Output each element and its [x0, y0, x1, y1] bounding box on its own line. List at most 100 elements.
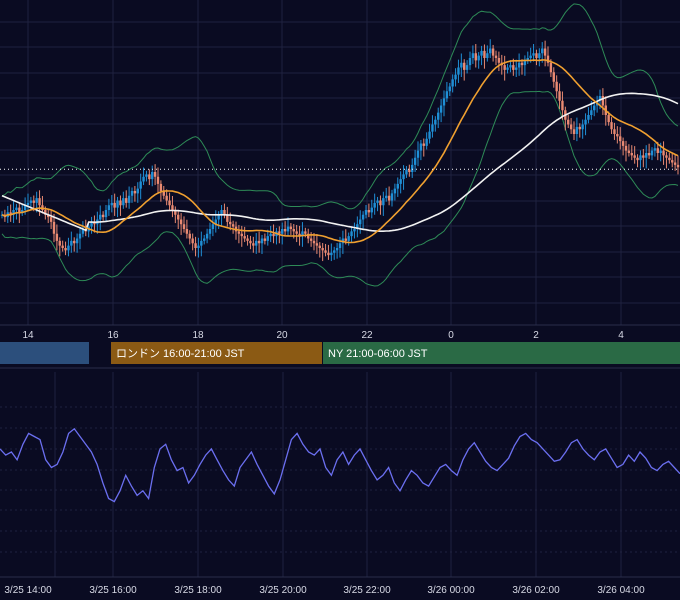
candle-body: [208, 229, 212, 234]
candle-body: [359, 219, 362, 225]
candle-body: [188, 233, 191, 239]
candle-body: [165, 195, 168, 201]
candle-body: [15, 207, 18, 210]
candle-body: [642, 155, 645, 158]
candle-body: [177, 214, 180, 220]
candle-body: [110, 202, 113, 206]
candle-body: [278, 231, 281, 234]
candle-body: [587, 115, 590, 120]
candle-body: [552, 72, 555, 82]
candle-body: [113, 202, 116, 208]
candle-body: [321, 248, 324, 251]
candle-body: [26, 202, 30, 206]
candle-body: [382, 198, 385, 206]
candle-body: [396, 183, 399, 189]
candle-body: [497, 58, 501, 63]
candle-body: [240, 233, 243, 237]
candle-body: [347, 236, 350, 241]
candle-body: [249, 240, 252, 244]
candle-body: [104, 210, 108, 218]
candle-body: [116, 200, 119, 208]
candle-body: [61, 245, 64, 248]
candle-body: [653, 148, 657, 151]
candle-body: [246, 238, 249, 241]
candle-body: [312, 240, 316, 244]
candle-body: [101, 214, 105, 218]
x-tick-label: 20: [276, 330, 288, 341]
candle-body: [572, 129, 576, 134]
candle-body: [665, 155, 668, 158]
candle-body: [636, 157, 639, 161]
candle-body: [668, 157, 671, 161]
candle-body: [543, 48, 547, 56]
candle-body: [338, 243, 342, 248]
candle-body: [659, 150, 662, 153]
candle-body: [567, 119, 570, 125]
candle-body: [73, 240, 76, 244]
candle-body: [676, 164, 680, 168]
candle-body: [474, 53, 477, 61]
candle-body: [327, 252, 330, 256]
candle-body: [405, 169, 408, 175]
candle-body: [529, 55, 532, 58]
x-tick-label: 0: [448, 330, 454, 341]
candle-body: [153, 172, 157, 177]
candle-body: [122, 198, 125, 206]
candle-body: [532, 53, 535, 56]
candle-body: [387, 195, 391, 201]
candle-body: [185, 229, 189, 234]
candle-body: [578, 126, 581, 130]
candle-body: [237, 231, 241, 234]
candle-body: [584, 119, 587, 125]
candle-body: [367, 210, 371, 213]
candle-body: [639, 155, 642, 161]
candle-body: [402, 174, 405, 180]
candle-body: [425, 138, 428, 146]
oscillator-x-tick-label: 3/25 14:00: [4, 585, 52, 596]
candle-body: [509, 65, 512, 68]
candle-body: [139, 181, 142, 189]
candle-body: [385, 195, 388, 199]
candle-body: [255, 240, 258, 246]
candle-body: [119, 200, 122, 206]
candle-body: [179, 219, 183, 225]
candle-body: [416, 150, 420, 158]
x-tick-label: 16: [107, 330, 119, 341]
candle-body: [593, 105, 596, 111]
candle-body: [127, 195, 131, 203]
candle-body: [260, 238, 264, 244]
candle-body: [515, 67, 518, 70]
candle-body: [517, 62, 521, 68]
chart-canvas: 14 16 18 20 22 0 2 4 ロンドン 16:00-21:00 JST NY 21:0…: [0, 0, 680, 600]
candle-body: [286, 226, 290, 232]
oscillator-x-tick-label: 3/26 00:00: [427, 585, 475, 596]
oscillator-x-tick-label: 3/25 18:00: [174, 585, 222, 596]
candle-body: [463, 62, 466, 70]
candle-body: [289, 226, 293, 229]
candle-body: [442, 98, 446, 106]
candle-body: [78, 233, 82, 239]
candle-body: [309, 238, 313, 241]
candle-body: [627, 150, 631, 153]
candle-body: [29, 200, 33, 203]
candle-body: [35, 198, 38, 203]
candle-body: [67, 245, 70, 251]
candle-body: [535, 53, 538, 58]
candle-body: [468, 58, 472, 66]
candle-body: [350, 231, 353, 237]
candle-body: [203, 238, 206, 241]
candle-body: [437, 112, 440, 120]
candle-body: [408, 169, 411, 172]
chart-window: 14 16 18 20 22 0 2 4 ロンドン 16:00-21:00 JST NY 21:0…: [0, 0, 680, 600]
candle-body: [616, 134, 619, 137]
candle-body: [512, 65, 515, 70]
candle-body: [650, 150, 654, 156]
candle-body: [211, 224, 215, 229]
session-band-tokyo: [0, 342, 89, 364]
candle-body: [315, 243, 319, 246]
oscillator-x-tick-label: 3/25 22:00: [343, 585, 391, 596]
candle-body: [555, 81, 558, 92]
oscillator-x-tick-label: 3/25 16:00: [89, 585, 137, 596]
candle-body: [411, 164, 414, 172]
x-tick-label: 14: [22, 330, 34, 341]
